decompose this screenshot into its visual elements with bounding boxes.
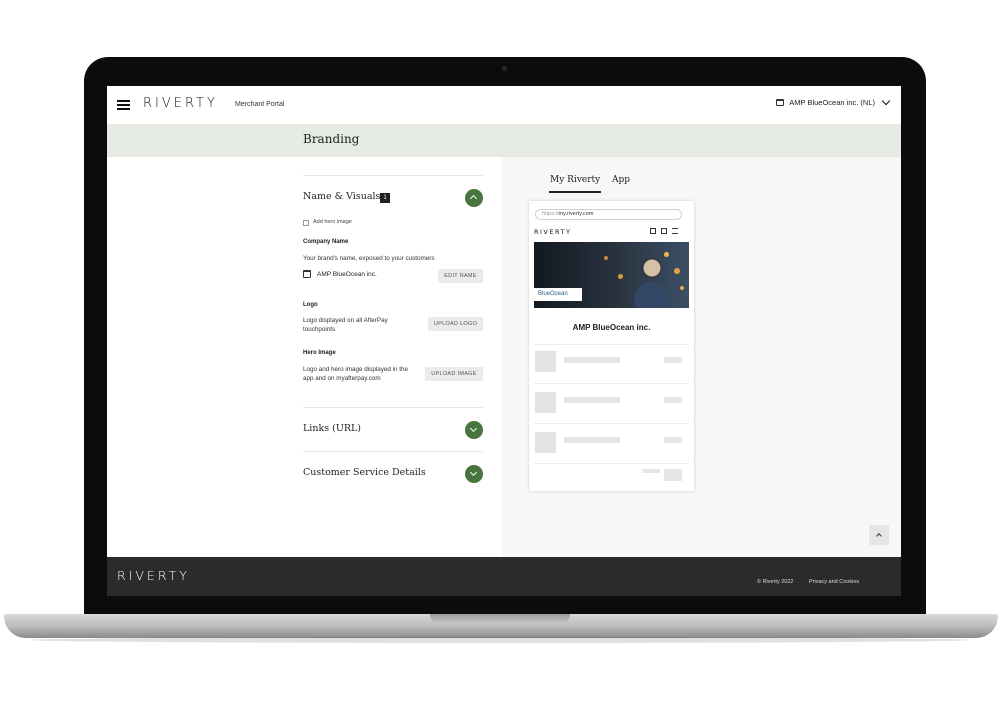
url-bar: https://my.riverty.com <box>535 209 682 220</box>
laptop-notch <box>430 614 570 624</box>
list-divider <box>534 423 689 424</box>
chevron-up-icon <box>469 194 478 203</box>
checkbox-label: Add hero image <box>313 219 352 225</box>
placeholder-value <box>664 437 682 443</box>
store-icon <box>303 270 311 278</box>
placeholder-value <box>664 397 682 403</box>
section-title-links[interactable]: Links (URL) <box>303 423 361 434</box>
chevron-down-icon <box>469 424 478 433</box>
divider <box>303 451 483 452</box>
logo-desc-2: touchpoints <box>303 326 336 333</box>
active-tab-indicator <box>549 191 601 193</box>
back-to-top-button[interactable] <box>869 525 889 545</box>
placeholder-line <box>564 397 620 403</box>
tab-my-riverty[interactable]: My Riverty <box>550 175 600 185</box>
tab-app[interactable]: App <box>612 175 630 185</box>
section-title-name-visuals[interactable]: Name & Visuals <box>303 191 380 202</box>
mobile-company-name: AMP BlueOcean inc. <box>572 323 651 332</box>
expand-customer-service-button[interactable] <box>465 465 483 483</box>
riverty-logo[interactable]: RIVERTY <box>143 96 218 111</box>
hero-desc-2: app and on myafterpay.com <box>303 375 381 382</box>
menu-icon[interactable] <box>117 100 130 110</box>
footer: RIVERTY © Riverty 2022 Privacy and Cooki… <box>107 557 901 596</box>
laptop-shadow <box>30 637 970 643</box>
merchant-selector[interactable]: AMP BlueOcean inc. (NL) <box>776 96 891 107</box>
chevron-down-icon <box>881 96 891 106</box>
mobile-icons <box>650 228 678 234</box>
footer-logo: RIVERTY <box>117 568 190 583</box>
list-divider <box>534 463 689 464</box>
divider <box>303 175 483 176</box>
hero-image-checkbox[interactable] <box>303 220 309 226</box>
edit-name-button[interactable]: EDIT NAME <box>438 269 483 283</box>
placeholder-total-value <box>664 469 682 481</box>
placeholder-line <box>564 437 620 443</box>
store-icon <box>650 228 656 234</box>
page-title: Branding <box>303 132 360 146</box>
upload-image-button[interactable]: UPLOAD IMAGE <box>425 367 483 381</box>
divider <box>303 407 483 408</box>
copyright: © Riverty 2022 <box>757 579 794 585</box>
placeholder-total-label <box>642 469 660 473</box>
settings-panel <box>107 157 502 557</box>
camera <box>502 66 507 71</box>
chevron-up-icon <box>876 533 882 539</box>
hero-brand-logo: BlueOcean <box>534 288 582 301</box>
logo-desc-1: Logo displayed on all AfterPay <box>303 317 388 324</box>
company-name-desc: Your brand's name, exposed to your custo… <box>303 255 435 262</box>
list-divider <box>534 344 689 345</box>
placeholder-line <box>564 357 620 363</box>
mobile-logo: RIVERTY <box>534 228 572 236</box>
title-band: Branding <box>107 124 901 157</box>
logo-label: Logo <box>303 302 318 308</box>
company-name-row: AMP BlueOcean inc. <box>303 270 377 278</box>
list-divider <box>534 383 689 384</box>
upload-logo-button[interactable]: UPLOAD LOGO <box>428 317 483 331</box>
company-name-value: AMP BlueOcean inc. <box>317 270 377 278</box>
placeholder-thumb <box>535 432 556 453</box>
privacy-link[interactable]: Privacy and Cookies <box>809 579 859 585</box>
top-bar: RIVERTY Merchant Portal AMP BlueOcean in… <box>107 86 901 124</box>
section-title-customer-service[interactable]: Customer Service Details <box>303 467 426 478</box>
company-name-label: Company Name <box>303 239 349 245</box>
hero-desc-1: Logo and hero image displayed in the <box>303 366 409 373</box>
portal-label: Merchant Portal <box>235 101 285 108</box>
placeholder-value <box>664 357 682 363</box>
store-icon <box>776 99 785 106</box>
collapse-button[interactable] <box>465 189 483 207</box>
merchant-name: AMP BlueOcean inc. (NL) <box>789 98 875 107</box>
expand-links-button[interactable] <box>465 421 483 439</box>
menu-icon <box>672 228 678 234</box>
hero-image-label: Hero Image <box>303 350 336 356</box>
document-icon <box>661 228 667 234</box>
screen: RIVERTY Merchant Portal AMP BlueOcean in… <box>107 86 901 596</box>
chevron-down-icon <box>469 468 478 477</box>
count-badge: 1 <box>380 193 390 203</box>
placeholder-thumb <box>535 351 556 372</box>
placeholder-thumb <box>535 392 556 413</box>
